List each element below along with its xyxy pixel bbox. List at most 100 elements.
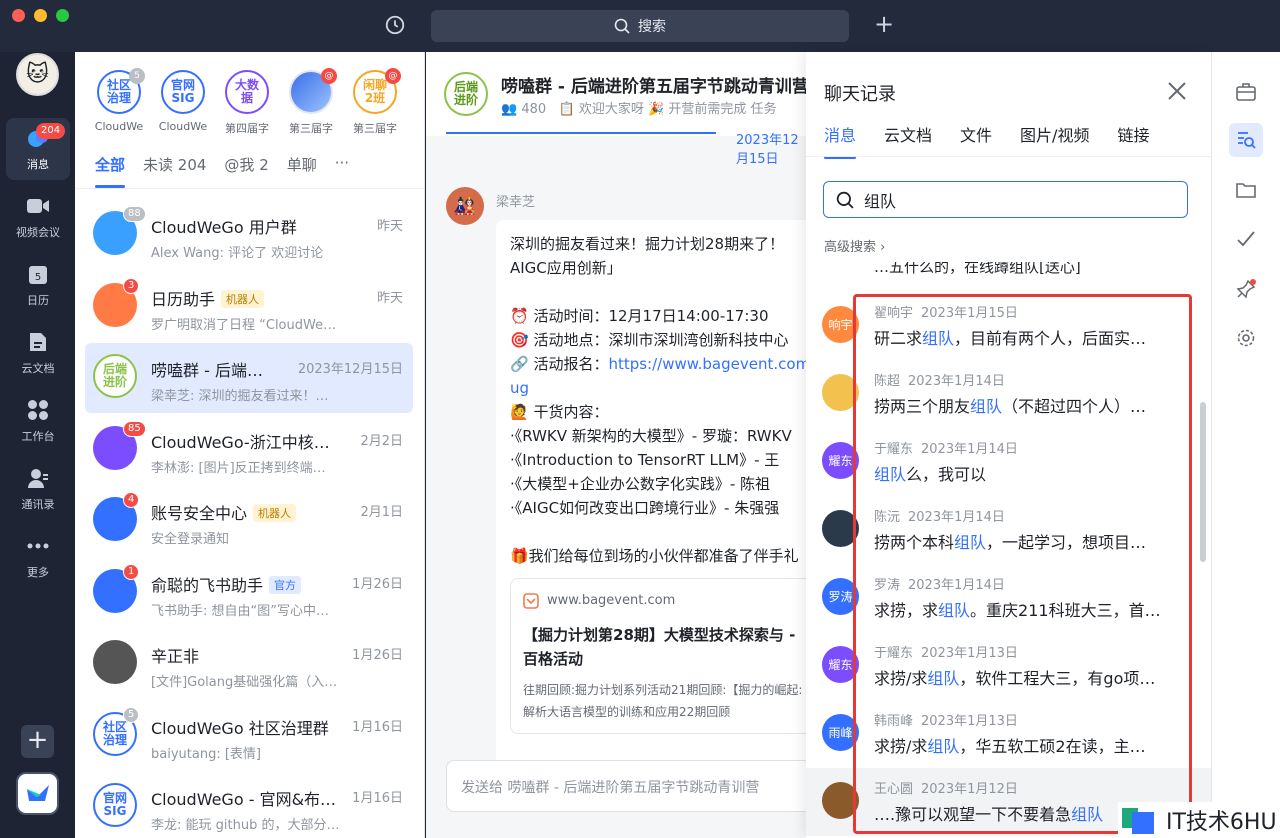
global-search-input[interactable]: 搜索: [431, 10, 849, 42]
result-text-after: ，软件工程大三，有go项…: [959, 669, 1156, 688]
chat-list-item[interactable]: 1 俞聪的飞书助手 官方 1月26日 飞书助手: 想自由“图”写心中…: [85, 558, 413, 628]
history-tab-media[interactable]: 图片/视频: [1020, 122, 1089, 146]
message-line: 🎯 活动地点：深圳市深圳湾创新科技中心: [510, 331, 789, 349]
result-avatar: 罗涛: [822, 578, 859, 615]
link-preview-card[interactable]: www.bagevent.com 【掘力计划第28期】大模型技术探索与 - 百格…: [510, 578, 820, 734]
pin-icon[interactable]: [1234, 277, 1258, 301]
nav-label: 日历: [27, 294, 49, 307]
chat-name-text: CloudWeGo 社区治理群: [151, 718, 329, 738]
history-result[interactable]: 陈超 2023年1月14日 捞两三个朋友组队（不超过四个人）…: [806, 360, 1211, 428]
history-scrollbar[interactable]: [1200, 402, 1206, 562]
history-search-input[interactable]: 组队: [823, 181, 1188, 218]
watermark-logo-icon: [1122, 808, 1154, 834]
message-link[interactable]: https://www.bagevent.com/event/: [608, 355, 826, 373]
close-icon[interactable]: [1166, 80, 1188, 102]
task-check-icon[interactable]: [1234, 227, 1258, 251]
pinned-label: CloudWe: [158, 120, 208, 133]
pinned-chat[interactable]: @ 第三届字: [279, 68, 343, 136]
pinned-chat[interactable]: 闲聊 2班 @ 第三届字: [343, 68, 407, 136]
search-label: 搜索: [638, 19, 666, 35]
chat-tag: 机器人: [253, 504, 297, 522]
result-avatar: 响宇: [822, 306, 859, 343]
chat-list-item[interactable]: 3 日历助手 机器人 昨天 罗广明取消了日程 “CloudWe…: [85, 272, 413, 342]
chat-list-item[interactable]: 4 账号安全中心 机器人 2月1日 安全登录通知: [85, 486, 413, 556]
result-meta: 翟响宇 2023年1月15日: [874, 302, 1018, 321]
group-title[interactable]: 唠嗑群 - 后端进阶第五届字节跳动青训营: [501, 72, 811, 97]
pinned-chat[interactable]: 社区 治理 5 CloudWe: [87, 68, 151, 133]
result-text: ….豫可以观望一下不要着急组队: [874, 801, 1103, 825]
chat-time: 1月26日: [352, 648, 403, 663]
minimize-window-button[interactable]: [34, 9, 47, 22]
pinned-chat[interactable]: 官网 SIG CloudWe: [151, 70, 215, 133]
chat-preview: 飞书助手: 想自由“图”写心中…: [151, 603, 329, 619]
chat-list-item[interactable]: 官网 SIG CloudWeGo - 官网&布… 1月16日 李龙: 能玩 githu…: [85, 772, 413, 838]
sender-name[interactable]: 梁幸芝: [496, 191, 535, 210]
close-window-button[interactable]: [12, 9, 25, 22]
history-tab-links[interactable]: 链接: [1117, 122, 1149, 146]
search-history-icon[interactable]: [1229, 123, 1263, 157]
chat-name: CloudWeGo-浙江中核…: [151, 429, 330, 453]
message-line: 🔗 活动报名：https://www.bagevent.com/event/: [510, 352, 826, 376]
tab-all[interactable]: 全部: [95, 154, 126, 188]
history-result[interactable]: 耀东 于耀东 2023年1月13日 求捞/求组队，软件工程大三，有go项…: [806, 632, 1211, 700]
nav-calendar[interactable]: 5 日历: [6, 254, 70, 316]
chat-preview: [文件]Golang基础强化篇（入…: [151, 675, 338, 690]
history-result[interactable]: 罗涛 罗涛 2023年1月14日 求捞，求组队。重庆211科班大三，首…: [806, 564, 1211, 632]
chat-list-item[interactable]: 后端 进阶 唠嗑群 - 后端… 2023年12月15日 梁幸芝: 深圳的掘友看过来！…: [85, 343, 413, 413]
nav-messages[interactable]: 消息 204: [6, 118, 70, 180]
result-meta: 于耀东 2023年1月14日: [874, 438, 1018, 457]
pinned-chat[interactable]: 大数 据第四届字: [215, 70, 279, 136]
keyword-highlight: 组队: [922, 329, 955, 348]
chat-name: 唠嗑群 - 后端…: [151, 357, 263, 381]
user-avatar[interactable]: 🐱: [16, 53, 59, 96]
result-meta: 陈超 2023年1月14日: [874, 370, 1005, 389]
history-result[interactable]: 雨峰 韩雨峰 2023年1月13日 求捞/求组队，华五软工硕2在读，主…: [806, 700, 1211, 768]
group-notice[interactable]: 欢迎大家呀 🎉 开营前需完成 任务: [579, 102, 777, 117]
result-meta: 于耀东 2023年1月13日: [874, 642, 1018, 661]
add-plus-button[interactable]: +: [21, 725, 54, 758]
chat-list-item[interactable]: 85 CloudWeGo-浙江中核… 2月2日 李林澎: [图片]反正拷到终端…: [85, 415, 413, 485]
zoom-window-button[interactable]: [56, 9, 69, 22]
sender-avatar[interactable]: 🎎: [446, 187, 484, 225]
unread-badge: 85: [123, 420, 146, 437]
history-result[interactable]: 耀东 于耀东 2023年1月14日 组队么，我可以: [806, 428, 1211, 496]
tab-mentions[interactable]: @我 2: [224, 154, 268, 175]
nav-video-meeting[interactable]: 视频会议: [6, 186, 70, 248]
history-tab-messages[interactable]: 消息: [824, 122, 857, 159]
tab-unread[interactable]: 未读 204: [143, 154, 206, 175]
nav-workspace[interactable]: 工作台: [6, 390, 70, 452]
apps-grid-icon: [26, 398, 50, 422]
chat-list-item[interactable]: 88 CloudWeGo 用户群 昨天 Alex Wang: 评论了 欢迎讨论: [85, 200, 413, 270]
nav-contacts[interactable]: 通讯录: [6, 458, 70, 520]
settings-gear-icon[interactable]: [1234, 326, 1258, 350]
folder-icon[interactable]: [1234, 178, 1258, 202]
partial-result[interactable]: …五什么的，在线蹲组队[送心]: [874, 262, 1081, 278]
advanced-search-link[interactable]: 高级搜索 ›: [824, 236, 885, 255]
chat-list-item[interactable]: 社区 治理 5 CloudWeGo 社区治理群 1月16日 baiyutang: [表情…: [85, 701, 413, 771]
create-plus-icon[interactable]: +: [874, 12, 894, 36]
group-avatar[interactable]: 后端 进阶: [444, 72, 488, 116]
member-count[interactable]: 480: [521, 102, 546, 117]
result-sender: 于耀东: [874, 442, 914, 457]
tab-direct[interactable]: 单聊: [287, 154, 317, 175]
result-avatar: 耀东: [822, 646, 859, 683]
message-composer-input[interactable]: 发送给 唠嗑群 - 后端进阶第五届字节跳动青训营: [446, 760, 846, 812]
result-meta: 韩雨峰 2023年1月13日: [874, 710, 1018, 729]
history-tab-docs[interactable]: 云文档: [884, 122, 932, 146]
chat-list-item[interactable]: 辛正非 1月26日 [文件]Golang基础强化篇（入…: [85, 629, 413, 699]
history-result[interactable]: 响宇 翟响宇 2023年1月15日 研二求组队，目前有两个人，后面实…: [806, 292, 1211, 360]
chat-name: 日历助手 机器人: [151, 286, 265, 310]
feishu-app-icon[interactable]: [16, 772, 59, 815]
result-sender: 韩雨峰: [874, 714, 914, 729]
nav-docs[interactable]: 云文档: [6, 322, 70, 384]
chat-preview: 李龙: 能玩 github 的，大部分…: [151, 818, 340, 833]
tab-more[interactable]: ···: [335, 154, 349, 175]
message-bubble[interactable]: 深圳的掘友看过来！掘力计划28期来了！ AIGC应用创新」 ⏰ 活动时间：12月1…: [496, 220, 826, 780]
history-tab-files[interactable]: 文件: [960, 122, 992, 146]
history-icon[interactable]: [384, 14, 406, 36]
history-result[interactable]: 陈沅 2023年1月14日 捞两个本科组队，一起学习，想项目…: [806, 496, 1211, 564]
card-description: 往期回顾:掘力计划系列活动21期回顾:【掘力的崛起:解析大语言模型的训练和应用2…: [523, 683, 803, 719]
title-bar: 搜索 +: [0, 0, 1280, 52]
briefcase-icon[interactable]: [1234, 80, 1258, 104]
nav-more[interactable]: 更多: [6, 526, 70, 588]
